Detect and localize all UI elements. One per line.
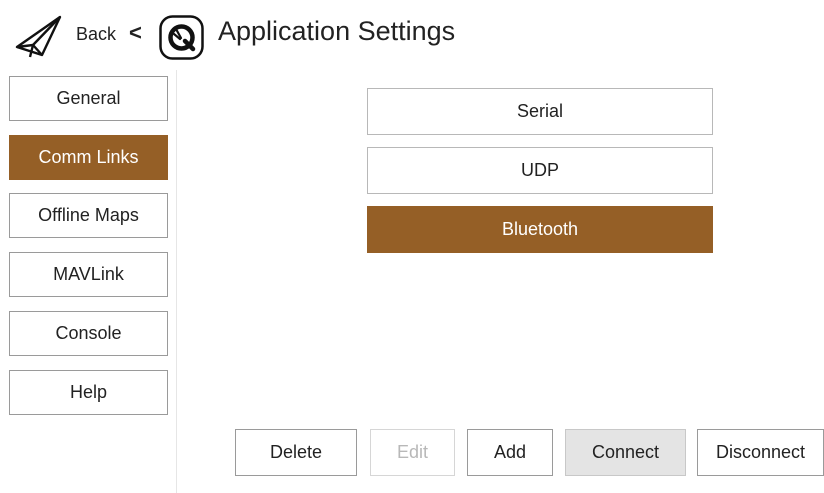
back-button[interactable]: Back xyxy=(76,24,116,45)
disconnect-button[interactable]: Disconnect xyxy=(697,429,824,476)
sidebar-divider xyxy=(176,70,177,493)
delete-button[interactable]: Delete xyxy=(235,429,357,476)
sidebar-item-help[interactable]: Help xyxy=(9,370,168,415)
edit-button[interactable]: Edit xyxy=(370,429,455,476)
link-item-serial[interactable]: Serial xyxy=(367,88,713,135)
add-button[interactable]: Add xyxy=(467,429,553,476)
paper-plane-icon[interactable] xyxy=(14,14,64,58)
sidebar-item-console[interactable]: Console xyxy=(9,311,168,356)
link-item-udp[interactable]: UDP xyxy=(367,147,713,194)
connect-button[interactable]: Connect xyxy=(565,429,686,476)
sidebar-item-comm-links[interactable]: Comm Links xyxy=(9,135,168,180)
chevron-left-icon[interactable]: < xyxy=(129,20,142,46)
sidebar-item-offline-maps[interactable]: Offline Maps xyxy=(9,193,168,238)
header-bar: Back < Application Settings xyxy=(0,0,824,70)
sidebar-item-mavlink[interactable]: MAVLink xyxy=(9,252,168,297)
link-item-bluetooth[interactable]: Bluetooth xyxy=(367,206,713,253)
page-title: Application Settings xyxy=(218,16,456,46)
qgc-logo-icon xyxy=(159,15,204,60)
application-settings-page: Back < Application Settings General Comm… xyxy=(0,0,824,493)
sidebar-item-general[interactable]: General xyxy=(9,76,168,121)
